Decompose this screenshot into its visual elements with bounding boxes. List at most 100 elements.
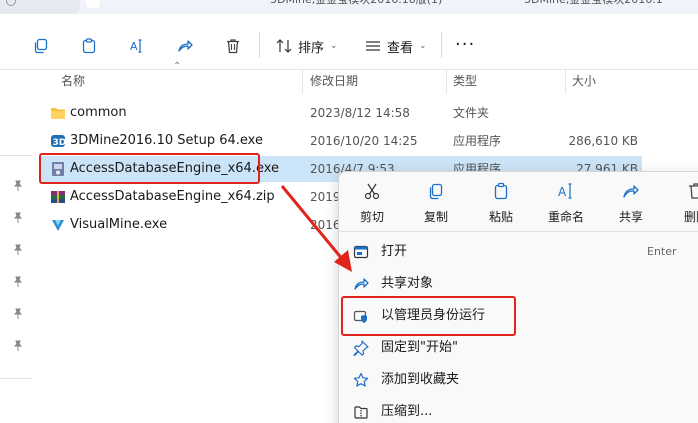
copy-button[interactable]: 复制 [408, 180, 464, 226]
sort-button[interactable]: 排序 ⌄ [276, 35, 338, 57]
paste-button[interactable]: 粘贴 [473, 180, 529, 226]
file-name: 3DMine2016.10 Setup 64.exe [70, 133, 263, 148]
column-header-name[interactable]: 名称 [61, 70, 85, 92]
navigation-pane [0, 70, 32, 423]
highlight-box-selected-file [39, 153, 260, 184]
view-icon [366, 41, 380, 51]
rename-button[interactable]: A 重命名 [538, 180, 594, 226]
delete-button[interactable]: 删除 [668, 180, 698, 226]
file-size: 286,610 KB [568, 134, 638, 148]
3dmine-app-icon: 3D [51, 135, 67, 148]
delete-icon [227, 39, 239, 54]
compress-icon [354, 406, 368, 419]
paste-icon [82, 38, 96, 54]
visualmine-app-icon [52, 220, 64, 231]
column-divider[interactable] [565, 70, 566, 94]
nav-divider [0, 378, 32, 379]
menu-item-add-to-favorites[interactable]: 添加到收藏夹 [339, 364, 698, 396]
svg-text:A: A [558, 185, 567, 199]
menu-item-label: 压缩到... [381, 404, 433, 419]
cut-label: 剪切 [359, 210, 384, 224]
archive-icon [51, 191, 65, 203]
toolbar-divider [259, 32, 260, 58]
view-button[interactable]: 查看 ⌄ [365, 35, 427, 57]
file-type: 应用程序 [453, 134, 502, 148]
share-with-icon [354, 278, 369, 290]
share-button[interactable] [174, 35, 196, 57]
menu-item-label: 固定到"开始" [381, 340, 458, 355]
delete-label: 删除 [683, 210, 698, 224]
tab-active[interactable]: 3DMine,金金宝模块2016.10版(1) [270, 0, 442, 14]
pin-icon[interactable] [12, 180, 24, 192]
menu-item-open[interactable]: 打开 Enter [339, 236, 698, 268]
file-row-3dmine-setup[interactable]: 3D 3DMine2016.10 Setup 64.exe 2016/10/20… [40, 128, 642, 154]
paste-label: 粘贴 [488, 210, 513, 224]
cut-icon [364, 183, 380, 200]
column-header-size[interactable]: 大小 [572, 70, 596, 92]
rename-button[interactable]: A [126, 35, 148, 57]
sort-label: 排序 [298, 40, 325, 56]
svg-text:3D: 3D [53, 138, 67, 148]
share-label: 共享 [618, 210, 643, 224]
sort-indicator-icon: ⌃ [173, 61, 182, 72]
file-date: 2016 [310, 218, 341, 232]
rename-icon: A [130, 39, 142, 53]
star-icon [353, 372, 369, 387]
open-icon [353, 245, 369, 259]
file-name: common [70, 105, 127, 120]
share-icon [178, 40, 193, 52]
copy-label: 复制 [423, 210, 448, 224]
chevron-down-icon: ⌄ [330, 41, 338, 51]
file-row-common[interactable]: common 2023/8/12 14:58 文件夹 [40, 100, 642, 126]
menu-item-compress[interactable]: 压缩到... [339, 396, 698, 423]
copy-icon [429, 183, 443, 200]
pin-icon[interactable] [12, 308, 24, 320]
paste-icon [494, 182, 508, 200]
view-label: 查看 [387, 40, 414, 56]
cut-button[interactable]: 剪切 [344, 180, 400, 226]
share-button[interactable]: 共享 [603, 180, 659, 226]
file-date: 2019 [310, 190, 341, 204]
copy-path-button[interactable] [30, 35, 52, 57]
menu-item-label: 打开 [381, 244, 408, 259]
delete-icon [689, 183, 698, 199]
highlight-box-run-as-admin [341, 296, 516, 336]
sort-icon [276, 39, 292, 53]
toolbar: A 排序 ⌄ 查看 ⌄ ··· [0, 14, 698, 70]
nav-divider [0, 155, 32, 156]
pin-icon[interactable] [12, 212, 24, 224]
rename-label: 重命名 [547, 210, 584, 224]
chevron-down-icon: ⌄ [419, 41, 427, 51]
file-date: 2016/10/20 14:25 [310, 134, 418, 148]
pin-icon [353, 340, 369, 356]
folder-icon [51, 108, 65, 119]
rename-icon: A [558, 183, 572, 199]
column-header-date[interactable]: 修改日期 [310, 70, 358, 92]
context-menu-action-bar: 剪切 复制 粘贴 A 重命名 共享 删除 [339, 172, 698, 232]
column-header-type[interactable]: 类型 [453, 70, 477, 92]
column-divider[interactable] [302, 70, 303, 94]
share-icon [623, 185, 639, 198]
menu-item-pin-to-start[interactable]: 固定到"开始" [339, 332, 698, 364]
file-type: 文件夹 [453, 106, 490, 120]
toolbar-divider [441, 32, 442, 58]
column-divider[interactable] [446, 70, 447, 94]
pin-icon[interactable] [12, 340, 24, 352]
copy-icon [34, 38, 48, 54]
file-name: AccessDatabaseEngine_x64.zip [70, 189, 275, 204]
menu-item-shortcut: Enter [647, 245, 677, 258]
tab-icon [6, 0, 16, 6]
tab-previous[interactable] [0, 0, 80, 14]
pin-icon[interactable] [12, 244, 24, 256]
tab-strip: 3DMine,金金宝模块2016.10版(1) 3DMine,金金宝模块2016… [0, 0, 698, 14]
svg-text:A: A [130, 40, 138, 53]
tab-divider [86, 0, 100, 8]
menu-item-label: 添加到收藏夹 [381, 372, 460, 387]
tab-next[interactable]: 3DMine,金金宝模块2016.1 [524, 0, 663, 14]
more-options-button[interactable]: ··· [455, 35, 475, 55]
paste-button[interactable] [78, 35, 100, 57]
pin-icon[interactable] [12, 276, 24, 288]
file-date: 2023/8/12 14:58 [310, 106, 410, 120]
delete-button[interactable] [222, 35, 244, 57]
file-name: VisualMine.exe [70, 217, 168, 232]
